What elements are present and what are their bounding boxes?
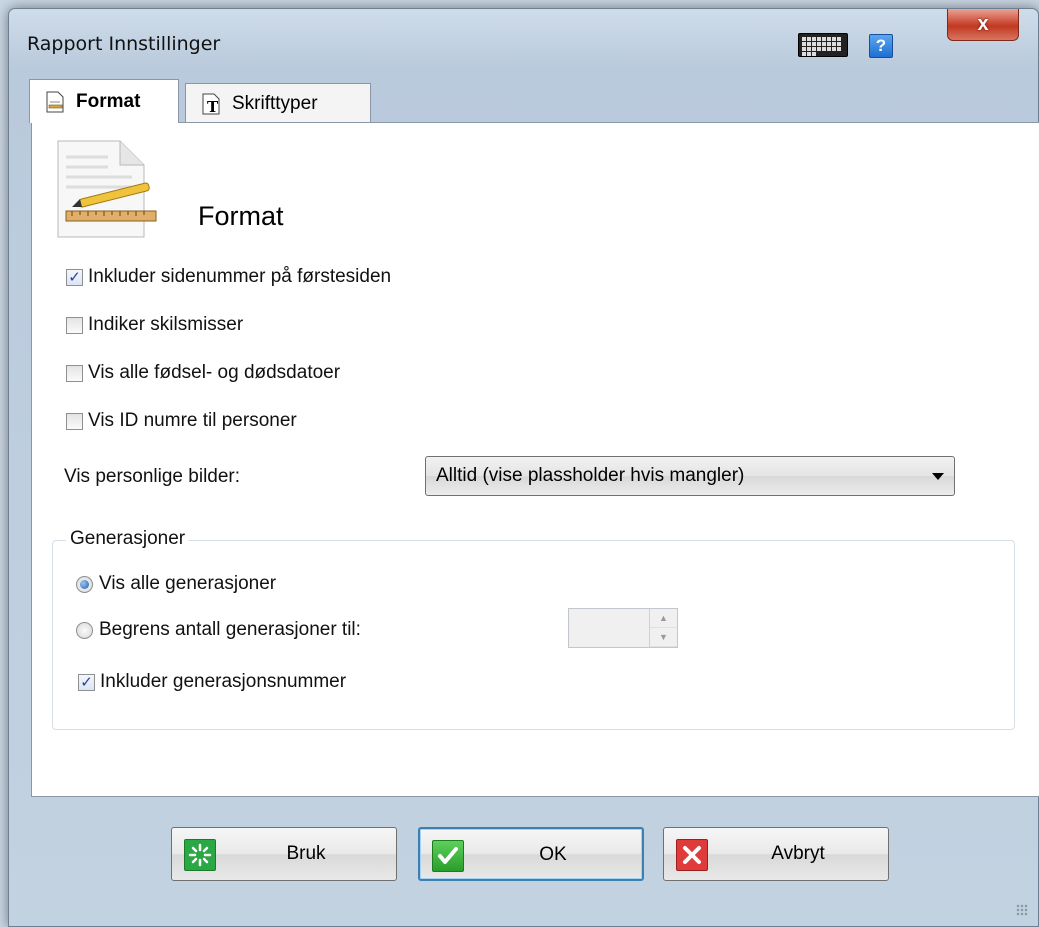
apply-button-label: Bruk [286,843,326,864]
tab-format-label: Format [76,90,141,112]
checkbox-box[interactable]: ✓ [66,268,83,286]
checkbox-label: Inkluder generasjonsnummer [100,671,347,692]
radio-label: Vis alle generasjoner [99,573,277,594]
close-icon [676,839,708,871]
cancel-button[interactable]: Avbryt [663,827,889,881]
generations-group-title: Generasjoner [66,528,190,550]
radio-button[interactable] [76,621,93,639]
include-generation-number-checkbox[interactable]: ✓ Inkluder generasjonsnummer [78,671,346,693]
checkmark-icon [432,840,464,872]
limit-generations-radio[interactable]: Begrens antall generasjoner til: [76,619,361,641]
help-icon[interactable]: ? [869,34,893,58]
format-page-icon [46,91,64,112]
page-title: Format [198,201,284,231]
radio-label: Begrens antall generasjoner til: [99,619,361,640]
show-all-dates-checkbox[interactable]: Vis alle fødsel- og dødsdatoer [66,362,340,384]
include-page-number-checkbox[interactable]: ✓ Inkluder sidenummer på førstesiden [66,266,391,288]
checkbox-label: Vis alle fødsel- og dødsdatoer [88,362,341,383]
checkbox-label: Inkluder sidenummer på førstesiden [88,266,392,287]
checkbox-label: Vis ID numre til personer [88,410,297,431]
document-ruler-icon [57,140,157,238]
dialog-window: Rapport Innstillinger ? x Format T Skrif… [8,8,1039,927]
show-all-generations-radio[interactable]: Vis alle generasjoner [76,573,276,595]
checkbox-box[interactable] [66,412,83,430]
format-panel: Format ✓ Inkluder sidenummer på førstesi… [31,122,1039,797]
checkbox-box[interactable]: ✓ [78,673,95,691]
tab-fonts-label: Skrifttyper [232,92,318,114]
show-id-numbers-checkbox[interactable]: Vis ID numre til personer [66,410,297,432]
indicate-divorces-checkbox[interactable]: Indiker skilsmisser [66,314,243,336]
close-button[interactable]: x [947,9,1019,41]
keyboard-icon[interactable] [798,33,848,57]
photos-label: Vis personlige bilder: [64,466,241,487]
ok-button[interactable]: OK [418,827,644,881]
window-title: Rapport Innstillinger [27,33,221,55]
photos-dropdown-value: Alltid (vise plassholder hvis mangler) [436,465,745,486]
cancel-button-label: Avbryt [771,843,825,864]
apply-button[interactable]: Bruk [171,827,397,881]
checkbox-label: Indiker skilsmisser [88,314,244,335]
stepper-up-button[interactable]: ▲ [650,609,677,628]
photos-dropdown[interactable]: Alltid (vise plassholder hvis mangler) [425,456,955,496]
apply-icon [184,839,216,871]
radio-button[interactable] [76,575,93,593]
generations-count-stepper[interactable]: ▲ ▼ [568,608,678,648]
checkbox-box[interactable] [66,364,83,382]
title-bar: Rapport Innstillinger ? x [9,9,1038,71]
checkbox-box[interactable] [66,316,83,334]
tab-fonts[interactable]: T Skrifttyper [185,83,371,123]
resize-grip[interactable] [1016,904,1028,916]
stepper-buttons: ▲ ▼ [649,609,677,647]
ok-button-label: OK [539,844,567,865]
svg-text:T: T [207,98,219,115]
stepper-down-button[interactable]: ▼ [650,628,677,647]
font-type-icon: T [202,93,220,115]
tab-format[interactable]: Format [29,79,179,123]
chevron-down-icon[interactable] [932,473,944,480]
